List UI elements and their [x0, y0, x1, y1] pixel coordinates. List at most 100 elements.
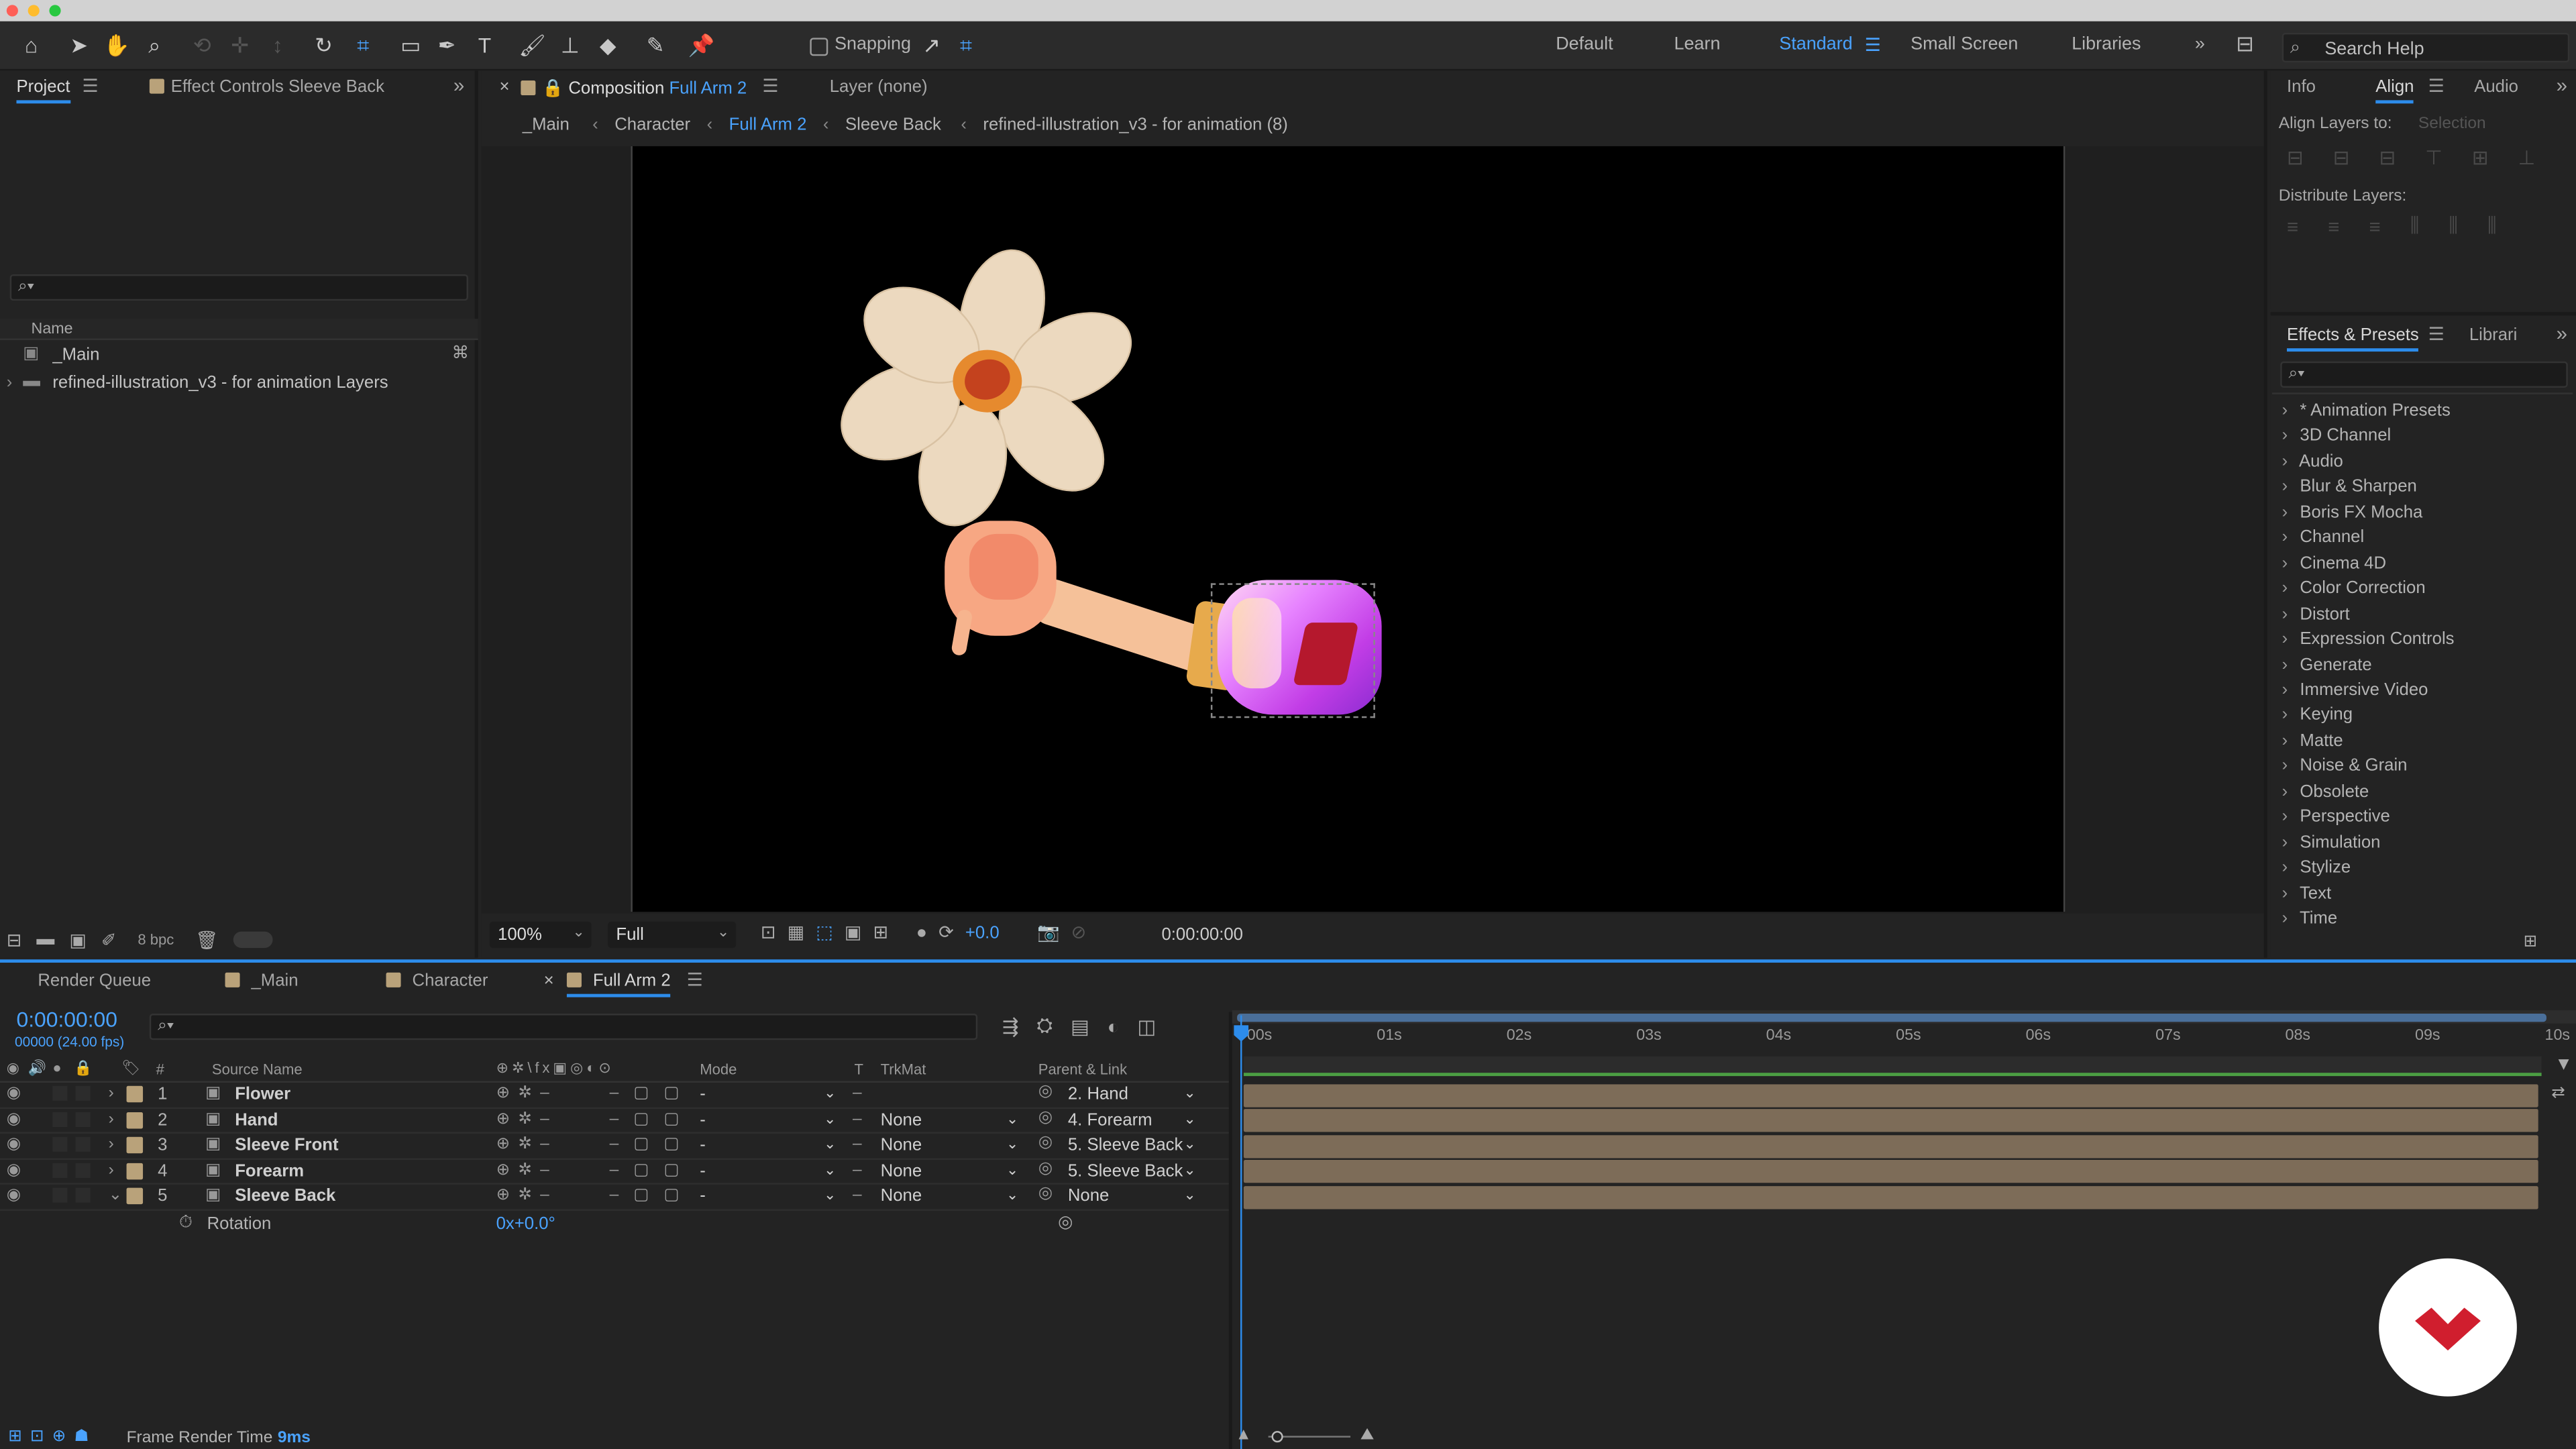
- align-top-icon[interactable]: ⊤: [2425, 146, 2443, 169]
- distribute-top-icon[interactable]: ≡: [2287, 215, 2298, 237]
- effect-category[interactable]: › Color Correction: [2282, 578, 2426, 598]
- panel-overflow-icon[interactable]: »: [2557, 322, 2567, 345]
- mode-select[interactable]: - ⌄: [700, 1110, 839, 1131]
- align-bottom-icon[interactable]: ⊥: [2518, 146, 2536, 169]
- lock-toggle[interactable]: [75, 1111, 91, 1126]
- layer-switches-icons[interactable]: ⊕✲–: [496, 1084, 557, 1102]
- snap-grid-icon[interactable]: ⌗: [950, 30, 983, 62]
- layer-duration-bar[interactable]: [1243, 1109, 2538, 1132]
- trkmat-select[interactable]: None ⌄: [881, 1110, 1022, 1131]
- effect-category[interactable]: › Time: [2282, 908, 2338, 928]
- align-middle-icon[interactable]: ⊞: [2472, 146, 2489, 169]
- distribute-middle-icon[interactable]: ≡: [2328, 215, 2339, 237]
- zoom-tool-icon[interactable]: ⌕: [138, 30, 171, 62]
- parent-select[interactable]: 5. Sleeve Back ⌄: [1068, 1135, 1199, 1157]
- zoom-slider-handle[interactable]: [1271, 1431, 1283, 1443]
- composition-canvas[interactable]: [631, 146, 2065, 912]
- panel-overflow-icon[interactable]: »: [2557, 74, 2567, 97]
- tab-main[interactable]: _Main: [225, 971, 299, 991]
- workspace-menu-icon[interactable]: ☰: [1865, 34, 1881, 56]
- bit-depth-button[interactable]: 8 bpc: [131, 932, 181, 948]
- shy-layers-icon[interactable]: ▤: [1071, 1014, 1089, 1037]
- roto-brush-icon[interactable]: ✎: [639, 30, 672, 62]
- tab-composition[interactable]: 🔒 Composition Full Arm 2: [521, 77, 747, 99]
- effect-category[interactable]: › Expression Controls: [2282, 629, 2455, 649]
- puppet-pin-icon[interactable]: 📌: [685, 30, 718, 62]
- anchor-tool-icon[interactable]: ⌗: [347, 30, 380, 62]
- breadcrumb-full-arm-2[interactable]: Full Arm 2: [729, 115, 807, 134]
- mask-visibility-icon[interactable]: ⬚: [816, 922, 833, 943]
- eye-icon[interactable]: ◉: [7, 1186, 21, 1204]
- effect-category[interactable]: › Noise & Grain: [2282, 756, 2408, 775]
- effect-category[interactable]: › Immersive Video: [2282, 680, 2428, 700]
- layer-row[interactable]: ◉ ⌄ 5 ▣ Sleeve Back ⊕✲– –▢▢ - ⌄ – None ⌄ ◎ None ⌄: [0, 1185, 1229, 1210]
- close-window-icon[interactable]: [6, 5, 18, 17]
- timeline-current-time[interactable]: 0:00:00:00: [16, 1007, 117, 1032]
- distribute-left-icon[interactable]: ⫼: [2410, 213, 2420, 238]
- layer-name[interactable]: Flower: [235, 1084, 290, 1104]
- orbit-tool-icon[interactable]: ⟲: [186, 30, 219, 62]
- effect-category[interactable]: › Matte: [2282, 731, 2343, 750]
- align-to-select[interactable]: Selection: [2418, 115, 2486, 133]
- layer-label-color[interactable]: [126, 1136, 144, 1154]
- solo-toggle[interactable]: [52, 1111, 68, 1126]
- timeline-search-input[interactable]: ⌕▾: [149, 1014, 978, 1040]
- color-channel-icon[interactable]: ●: [916, 922, 927, 942]
- align-left-icon[interactable]: ⊟: [2287, 146, 2304, 169]
- panel-overflow-icon[interactable]: »: [453, 74, 464, 97]
- new-folder-icon[interactable]: ▬: [36, 930, 54, 949]
- effect-category[interactable]: › Simulation: [2282, 833, 2381, 852]
- lock-icon[interactable]: 🔒: [542, 79, 564, 99]
- layer-switches-icons[interactable]: –▢▢: [610, 1135, 694, 1153]
- layer-duration-bar[interactable]: [1243, 1083, 2538, 1107]
- effect-category[interactable]: › Blur & Sharpen: [2282, 477, 2417, 496]
- workspace-small-screen[interactable]: Small Screen: [1911, 34, 2018, 54]
- effect-category[interactable]: › * Animation Presets: [2282, 401, 2451, 421]
- rotation-value[interactable]: 0x+0.0°: [496, 1214, 555, 1234]
- home-icon[interactable]: ⌂: [15, 30, 48, 62]
- flower-illustration[interactable]: [824, 239, 1150, 537]
- lock-toggle[interactable]: [75, 1187, 91, 1203]
- effect-category[interactable]: › Distort: [2282, 604, 2350, 623]
- mode-select[interactable]: - ⌄: [700, 1135, 839, 1157]
- preserve-transparency-toggle[interactable]: –: [853, 1135, 862, 1153]
- layer-row[interactable]: ◉ › 1 ▣ Flower ⊕✲– –▢▢ - ⌄ – ◎ 2. Hand ⌄: [0, 1083, 1229, 1108]
- layer-row[interactable]: ◉ › 3 ▣ Sleeve Front ⊕✲– –▢▢ - ⌄ – None ⌄ ◎ 5. Sleeve…: [0, 1134, 1229, 1159]
- trkmat-select[interactable]: None ⌄: [881, 1135, 1022, 1157]
- parent-select[interactable]: 5. Sleeve Back ⌄: [1068, 1161, 1199, 1182]
- tab-audio[interactable]: Audio: [2474, 77, 2518, 97]
- project-search-input[interactable]: ⌕▾: [9, 274, 468, 301]
- effect-category[interactable]: › Cinema 4D: [2282, 553, 2386, 573]
- pick-whip-icon[interactable]: ◎: [1038, 1185, 1053, 1203]
- layer-name[interactable]: Forearm: [235, 1161, 304, 1180]
- snapping-checkbox[interactable]: [810, 38, 828, 56]
- reset-exposure-icon[interactable]: ⟳: [938, 922, 954, 943]
- brush-tool-icon[interactable]: 🖌: [516, 30, 549, 62]
- interpret-footage-icon[interactable]: ⊟: [7, 929, 22, 950]
- preserve-transparency-toggle[interactable]: –: [853, 1161, 862, 1179]
- tab-project[interactable]: Project: [16, 77, 70, 104]
- clone-stamp-icon[interactable]: ⊥: [553, 30, 586, 62]
- effect-category[interactable]: › Keying: [2282, 706, 2353, 725]
- fast-preview-icon[interactable]: ⊡: [761, 922, 776, 943]
- effect-category[interactable]: › Generate: [2282, 655, 2372, 674]
- exposure-value[interactable]: +0.0: [965, 922, 1000, 942]
- mode-select[interactable]: - ⌄: [700, 1161, 839, 1182]
- draft-3d-icon[interactable]: ⛭: [1036, 1014, 1053, 1038]
- composition-viewer[interactable]: [481, 146, 2264, 914]
- tab-character[interactable]: Character: [386, 971, 488, 991]
- workspace-learn[interactable]: Learn: [1674, 34, 1721, 54]
- thumbnail-toggle[interactable]: [233, 931, 273, 949]
- type-tool-icon[interactable]: T: [468, 30, 501, 62]
- mode-select[interactable]: - ⌄: [700, 1186, 839, 1208]
- show-snapshot-icon[interactable]: ⊘: [1071, 922, 1087, 943]
- frame-blending-icon[interactable]: ◐: [1108, 1014, 1120, 1037]
- project-menu-icon[interactable]: ☰: [82, 76, 98, 97]
- maximize-window-icon[interactable]: [49, 5, 61, 17]
- breadcrumb-illustration[interactable]: refined-illustration_v3 - for animation …: [983, 115, 1288, 134]
- zoom-in-icon[interactable]: ⛰: [1360, 1426, 1375, 1444]
- pick-whip-icon[interactable]: ◎: [1058, 1212, 1073, 1232]
- flowchart-icon[interactable]: ⌘: [451, 343, 469, 363]
- effect-category[interactable]: › Stylize: [2282, 858, 2351, 877]
- current-time-indicator[interactable]: [1240, 1015, 1242, 1449]
